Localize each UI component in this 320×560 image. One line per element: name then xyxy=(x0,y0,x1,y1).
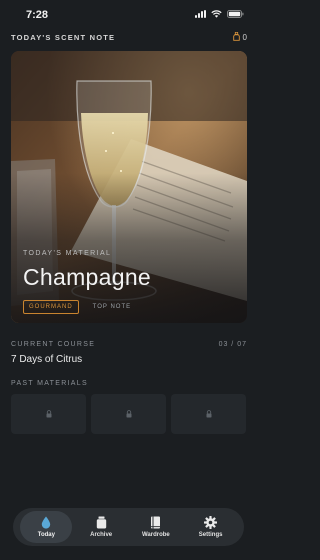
course-name[interactable]: 7 Days of Citrus xyxy=(11,354,82,365)
lock-icon xyxy=(126,410,132,418)
tab-archive[interactable]: Archive xyxy=(75,511,127,543)
material-label: TODAY'S MATERIAL xyxy=(23,250,112,257)
tab-wardrobe[interactable]: Wardrobe xyxy=(130,511,182,543)
jar-icon xyxy=(96,516,107,529)
signal-icon xyxy=(195,10,206,18)
tag-gourmand: GOURMAND xyxy=(23,300,79,314)
material-tags: GOURMAND TOP NOTE xyxy=(23,300,137,314)
status-time: 7:28 xyxy=(26,9,49,21)
current-course-row: CURRENT COURSE 03 / 07 xyxy=(11,341,247,353)
past-material-slot[interactable] xyxy=(91,394,166,434)
tab-label: Archive xyxy=(90,532,113,538)
lock-icon xyxy=(206,410,212,418)
past-materials-label: PAST MATERIALS xyxy=(11,380,88,387)
past-material-slot[interactable] xyxy=(11,394,86,434)
tag-top-note: TOP NOTE xyxy=(92,304,132,310)
gear-icon xyxy=(204,516,218,529)
tab-label: Settings xyxy=(198,532,223,538)
todays-material-card[interactable]: TODAY'S MATERIAL Champagne GOURMAND TOP … xyxy=(11,51,247,323)
tab-label: Wardrobe xyxy=(141,532,170,538)
drop-icon xyxy=(41,516,51,529)
header: TODAY'S SCENT NOTE 0 xyxy=(11,31,247,46)
status-icons xyxy=(195,10,244,18)
book-icon xyxy=(150,516,161,529)
page-title: TODAY'S SCENT NOTE xyxy=(11,33,116,42)
tab-bar: Today Archive Wardrobe Settings xyxy=(13,508,244,546)
material-title: Champagne xyxy=(23,264,152,290)
wifi-icon xyxy=(211,10,222,18)
lock-icon xyxy=(46,410,52,418)
tab-today[interactable]: Today xyxy=(20,511,73,543)
past-materials-grid xyxy=(11,394,247,434)
tab-label: Today xyxy=(37,532,55,538)
bottle-icon xyxy=(232,31,240,43)
past-material-slot[interactable] xyxy=(171,394,246,434)
course-progress: 03 / 07 xyxy=(218,341,247,348)
credits-badge[interactable]: 0 xyxy=(232,31,247,43)
battery-icon xyxy=(227,10,244,18)
credits-count: 0 xyxy=(242,33,247,42)
tab-settings[interactable]: Settings xyxy=(185,511,237,543)
status-bar: 7:28 xyxy=(0,0,258,30)
current-course-label: CURRENT COURSE xyxy=(11,341,96,348)
